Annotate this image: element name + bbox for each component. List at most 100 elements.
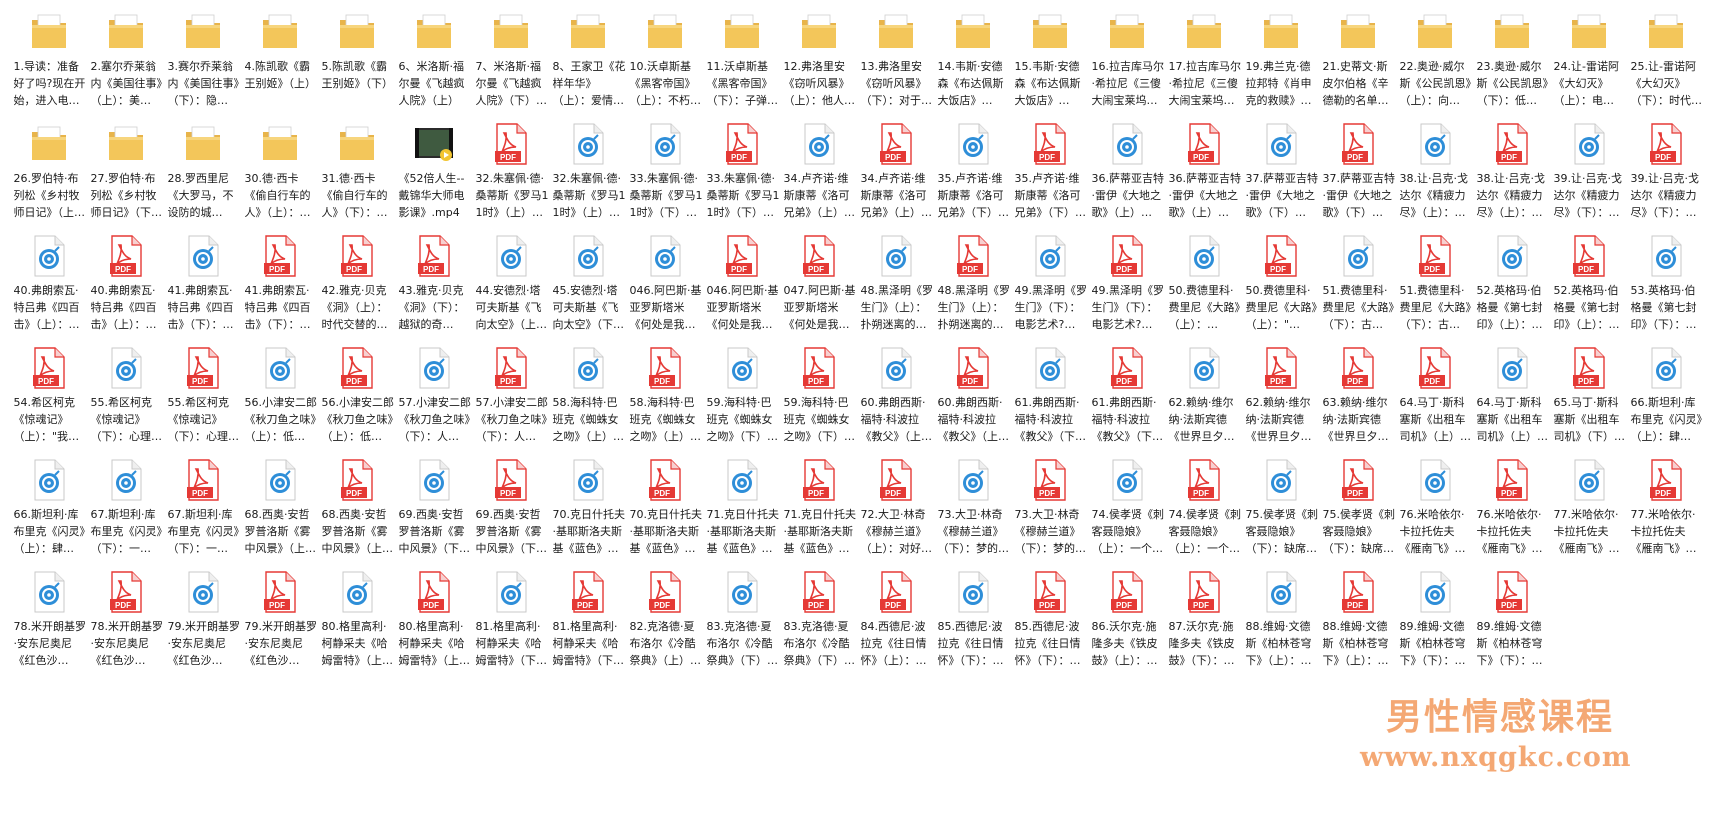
file-item[interactable]: 49.黑泽明《罗生门》（下）：电影艺术?… [1011, 232, 1088, 344]
file-item[interactable]: 59.海科特·巴班克《蜘蛛女之吻》（下）… [703, 344, 780, 456]
file-item[interactable]: 41.弗朗索瓦·特吕弗《四百击》（下）：… [164, 232, 241, 344]
file-item[interactable]: 76.米哈依尔·卡拉托佐夫《雁南飞》（上… [1396, 456, 1473, 568]
file-item[interactable]: 44.安德烈·塔可夫斯基《飞向太空》（上… [472, 232, 549, 344]
file-item[interactable]: 78.米开朗基罗·安东尼奥尼《红色沙漠》… [10, 568, 87, 680]
file-item[interactable]: 40.弗朗索瓦·特吕弗《四百击》（上）：… [10, 232, 87, 344]
file-item[interactable]: 61.弗朗西斯·福特·科波拉《教父》（下… [1011, 344, 1088, 456]
file-item[interactable]: 57.小津安二郎《秋刀鱼之味》（下）：人… [395, 344, 472, 456]
file-item[interactable]: PDF 59.海科特·巴班克《蜘蛛女之吻》（下）… [780, 344, 857, 456]
file-item[interactable]: 27.罗伯特·布列松《乡村牧师日记》（下… [87, 120, 164, 232]
file-item[interactable]: PDF 70.克日什托夫·基耶斯洛夫斯基《蓝色》… [626, 456, 703, 568]
file-item[interactable]: 22.奥逊·威尔斯《公民凯恩》（上）：向… [1396, 8, 1473, 120]
file-item[interactable]: PDF 046.阿巴斯·基亚罗斯塔米《何处是我朋… [703, 232, 780, 344]
file-item[interactable]: 88.维姆·文德斯《柏林苍穹下》（上）：一… [1242, 568, 1319, 680]
file-item[interactable]: 37.萨蒂亚吉特·雷伊《大地之歌》（下）… [1242, 120, 1319, 232]
file-item[interactable]: PDF 35.卢齐诺·维斯康蒂《洛可兄弟》（下）… [1011, 120, 1088, 232]
file-item[interactable]: PDF 37.萨蒂亚吉特·雷伊《大地之歌》（下）… [1319, 120, 1396, 232]
file-item[interactable]: 13.弗洛里安《窃听风暴》（下）：对于背… [857, 8, 934, 120]
file-item[interactable]: 6、米洛斯·福尔曼《飞越疯人院》（上） [395, 8, 472, 120]
file-item[interactable]: 70.克日什托夫·基耶斯洛夫斯基《蓝色》… [549, 456, 626, 568]
file-item[interactable]: 52.英格玛·伯格曼《第七封印》（上）：信… [1473, 232, 1550, 344]
file-item[interactable]: 48.黑泽明《罗生门》（上）：扑朔迷离的… [857, 232, 934, 344]
file-item[interactable]: PDF 42.雅克·贝克《洞》（上）：时代交替的电… [318, 232, 395, 344]
file-item[interactable]: PDF 87.沃尔克·施隆多夫《铁皮鼓》（下）：褪… [1165, 568, 1242, 680]
file-item[interactable]: 24.让-雷诺阿《大幻灭》（上）：电影，… [1550, 8, 1627, 120]
file-item[interactable]: PDF 55.希区柯克《惊魂记》（下）：心理犯… [164, 344, 241, 456]
file-item[interactable]: PDF 34.卢齐诺·维斯康蒂《洛可兄弟》（上）… [857, 120, 934, 232]
file-item[interactable]: PDF 68.西奥·安哲罗普洛斯《雾中风景》（上… [318, 456, 395, 568]
file-item[interactable]: PDF 74.侯孝贤《刺客聂隐娘》（上）：一个人… [1165, 456, 1242, 568]
file-item[interactable]: PDF 56.小津安二郎《秋刀鱼之味》（上）：低… [318, 344, 395, 456]
file-item[interactable]: 046.阿巴斯·基亚罗斯塔米《何处是我朋… [626, 232, 703, 344]
file-item[interactable]: PDF 63.赖纳·维尔纳·法斯宾德《世界旦夕之间… [1319, 344, 1396, 456]
file-item[interactable]: PDF 76.米哈依尔·卡拉托佐夫《雁南飞》（上… [1473, 456, 1550, 568]
file-item[interactable]: 36.萨蒂亚吉特·雷伊《大地之歌》（上）… [1088, 120, 1165, 232]
file-item[interactable]: 32.朱塞佩·德·桑蒂斯《罗马11时》（上）… [549, 120, 626, 232]
file-item[interactable]: PDF 40.弗朗索瓦·特吕弗《四百击》（上）：… [87, 232, 164, 344]
file-item[interactable]: PDF 64.马丁·斯科塞斯《出租车司机》（上）… [1396, 344, 1473, 456]
file-item[interactable]: PDF 41.弗朗索瓦·特吕弗《四百击》（下）：… [241, 232, 318, 344]
file-item[interactable]: 64.马丁·斯科塞斯《出租车司机》（上）… [1473, 344, 1550, 456]
file-item[interactable]: 17.拉吉库马尔·希拉尼《三傻大闹宝莱坞… [1165, 8, 1242, 120]
file-item[interactable]: 4.陈凯歌《霸王别姬》（上） [241, 8, 318, 120]
file-item[interactable]: PDF 50.费德里科·费里尼《大路》（上）："… [1242, 232, 1319, 344]
file-item[interactable]: 79.米开朗基罗·安东尼奥尼《红色沙漠》… [164, 568, 241, 680]
file-item[interactable]: PDF 43.雅克·贝克《洞》（下）：越狱的奇观，… [395, 232, 472, 344]
file-item[interactable]: 58.海科特·巴班克《蜘蛛女之吻》（上）… [549, 344, 626, 456]
file-item[interactable]: 1.导读：准备好了吗?现在开始，进入电影… [10, 8, 87, 120]
file-item[interactable]: 33.朱塞佩·德·桑蒂斯《罗马11时》（下）… [626, 120, 703, 232]
file-item[interactable]: PDF 71.克日什托夫·基耶斯洛夫斯基《蓝色》… [780, 456, 857, 568]
file-item[interactable]: 60.弗朗西斯·福特·科波拉《教父》（上… [857, 344, 934, 456]
file-item[interactable]: 3.赛尔乔莱翁内《美国往事》（下）：隐… [164, 8, 241, 120]
file-item[interactable]: 25.让-雷诺阿《大幻灭》（下）：时代的… [1627, 8, 1704, 120]
file-item[interactable]: PDF 83.克洛德·夏布洛尔《冷酷祭典》（下）… [780, 568, 857, 680]
file-item[interactable]: PDF 047.阿巴斯·基亚罗斯塔米《何处是我朋… [780, 232, 857, 344]
file-item[interactable]: 85.西德尼·波拉克《往日情怀》（下）：另… [934, 568, 1011, 680]
file-item[interactable]: PDF 82.克洛德·夏布洛尔《冷酷祭典》（上）… [626, 568, 703, 680]
file-item[interactable]: 75.侯孝贤《刺客聂隐娘》（下）：缺席的… [1242, 456, 1319, 568]
file-item[interactable]: PDF 75.侯孝贤《刺客聂隐娘》（下）：缺席的… [1319, 456, 1396, 568]
file-item[interactable]: 80.格里高利·柯静采夫《哈姆雷特》（上… [318, 568, 395, 680]
file-item[interactable]: PDF 49.黑泽明《罗生门》（下）：电影艺术?… [1088, 232, 1165, 344]
file-item[interactable]: 53.英格玛·伯格曼《第七封印》（下）：追… [1627, 232, 1704, 344]
file-item[interactable]: 66.斯坦利·库布里克《闪灵》（上）：肆… [1627, 344, 1704, 456]
file-item[interactable]: 55.希区柯克《惊魂记》（下）：心理犯… [87, 344, 164, 456]
file-item[interactable]: 39.让·吕克·戈达尔《精疲力尽》（下）：在… [1550, 120, 1627, 232]
file-item[interactable]: PDF 73.大卫·林奇《穆赫兰道》（下）：梦的谜… [1011, 456, 1088, 568]
file-item[interactable]: PDF 89.维姆·文德斯《柏林苍穹下》（下）：… [1473, 568, 1550, 680]
file-item[interactable]: PDF 38.让·吕克·戈达尔《精疲力尽》（上）：断… [1473, 120, 1550, 232]
file-item[interactable]: 73.大卫·林奇《穆赫兰道》（下）：梦的谜… [934, 456, 1011, 568]
file-item[interactable]: 10.沃卓斯基《黑客帝国》（上）：不朽的… [626, 8, 703, 120]
file-item[interactable]: PDF 79.米开朗基罗·安东尼奥尼《红色沙漠》… [241, 568, 318, 680]
file-item[interactable]: PDF 48.黑泽明《罗生门》（上）：扑朔迷离的… [934, 232, 1011, 344]
file-item[interactable]: PDF 69.西奥·安哲罗普洛斯《雾中风景》（下… [472, 456, 549, 568]
file-item[interactable]: PDF 84.西德尼·波拉克《往日情怀》（上）：跨… [857, 568, 934, 680]
file-item[interactable]: PDF 58.海科特·巴班克《蜘蛛女之吻》（上）… [626, 344, 703, 456]
file-item[interactable]: PDF 61.弗朗西斯·福特·科波拉《教父》（下… [1088, 344, 1165, 456]
file-item[interactable]: 《52倍人生--戴锦华大师电影课》.mp4 [395, 120, 472, 232]
file-item[interactable]: 12.弗洛里安《窃听风暴》（上）：他人的… [780, 8, 857, 120]
file-item[interactable]: 30.德·西卡《偷自行车的人》（上）：新… [241, 120, 318, 232]
file-item[interactable]: 69.西奥·安哲罗普洛斯《雾中风景》（下… [395, 456, 472, 568]
file-item[interactable]: 31.德·西卡《偷自行车的人》（下）：摄… [318, 120, 395, 232]
file-item[interactable]: PDF 67.斯坦利·库布里克《闪灵》（下）：一… [164, 456, 241, 568]
file-item[interactable]: 8、王家卫《花样年华》（上）：爱情的… [549, 8, 626, 120]
file-item[interactable]: 26.罗伯特·布列松《乡村牧师日记》（上… [10, 120, 87, 232]
file-item[interactable]: PDF 77.米哈依尔·卡拉托佐夫《雁南飞》（下… [1627, 456, 1704, 568]
file-item[interactable]: PDF 32.朱塞佩·德·桑蒂斯《罗马11时》（上）… [472, 120, 549, 232]
file-item[interactable]: 83.克洛德·夏布洛尔《冷酷祭典》（下）… [703, 568, 780, 680]
file-item[interactable]: PDF 86.沃尔克·施隆多夫《铁皮鼓》（上）：畸… [1088, 568, 1165, 680]
file-item[interactable]: 71.克日什托夫·基耶斯洛夫斯基《蓝色》… [703, 456, 780, 568]
file-item[interactable]: PDF 57.小津安二郎《秋刀鱼之味》（下）：人… [472, 344, 549, 456]
file-item[interactable]: 2.塞尔乔莱翁内《美国往事》（上）：美… [87, 8, 164, 120]
file-item[interactable]: 77.米哈依尔·卡拉托佐夫《雁南飞》（下… [1550, 456, 1627, 568]
file-item[interactable]: PDF 78.米开朗基罗·安东尼奥尼《红色沙漠》… [87, 568, 164, 680]
file-item[interactable]: PDF 36.萨蒂亚吉特·雷伊《大地之歌》（上）… [1165, 120, 1242, 232]
file-item[interactable]: 56.小津安二郎《秋刀鱼之味》（上）：低… [241, 344, 318, 456]
file-item[interactable]: 45.安德烈·塔可夫斯基《飞向太空》（下… [549, 232, 626, 344]
file-item[interactable]: PDF 81.格里高利·柯静采夫《哈姆雷特》（下… [549, 568, 626, 680]
file-item[interactable]: 38.让·吕克·戈达尔《精疲力尽》（上）：断… [1396, 120, 1473, 232]
file-item[interactable]: 34.卢齐诺·维斯康蒂《洛可兄弟》（上）… [780, 120, 857, 232]
file-item[interactable]: PDF 33.朱塞佩·德·桑蒂斯《罗马11时》（下）… [703, 120, 780, 232]
file-item[interactable]: PDF 54.希区柯克《惊魂记》（上）："我以… [10, 344, 87, 456]
